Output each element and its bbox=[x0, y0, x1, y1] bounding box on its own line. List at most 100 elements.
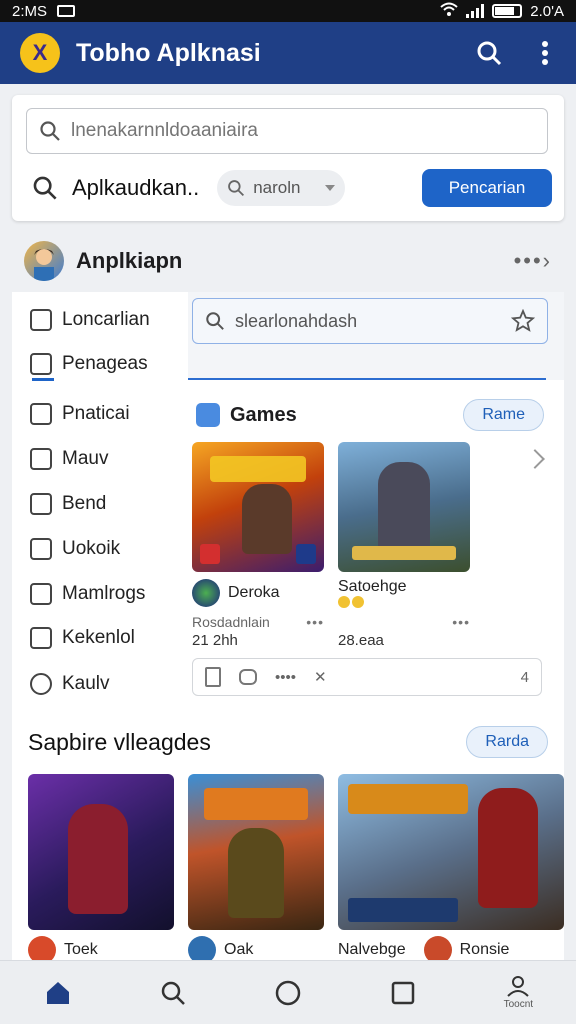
game-thumbnail[interactable] bbox=[338, 442, 470, 572]
star-icon[interactable] bbox=[511, 309, 535, 333]
more-vert-icon[interactable] bbox=[530, 38, 560, 68]
square-icon bbox=[391, 981, 415, 1004]
section2-title: Sapbire vlleagdes bbox=[28, 728, 211, 755]
circle-icon bbox=[275, 980, 301, 1005]
mute-icon[interactable]: ✕ bbox=[314, 668, 327, 686]
search-button[interactable]: Pencarian bbox=[422, 169, 552, 207]
game-thumbnail[interactable] bbox=[188, 774, 324, 930]
sidebar-item-label: Pnaticai bbox=[62, 403, 130, 424]
user-icon bbox=[30, 673, 52, 695]
nav-search[interactable] bbox=[143, 965, 203, 1021]
sidebar-item-label: Kaulv bbox=[62, 673, 110, 694]
sidebar-item-label: Bend bbox=[62, 493, 107, 514]
home-icon bbox=[30, 493, 52, 515]
sidebar-item-kekenlol[interactable]: Kekenlol bbox=[30, 620, 135, 656]
games-more-button[interactable]: Rame bbox=[463, 399, 544, 431]
sidebar: Loncarlian Penageas Pnaticai Mauv Bend U… bbox=[12, 292, 188, 712]
wifi-icon bbox=[440, 2, 458, 20]
edit-icon bbox=[30, 448, 52, 470]
search-icon bbox=[33, 176, 57, 200]
status-battery-text: 2.0'A bbox=[530, 2, 564, 20]
search-icon[interactable] bbox=[474, 38, 504, 68]
developer-avatar bbox=[192, 579, 220, 607]
sidebar-item-penageas[interactable]: Penageas bbox=[30, 346, 148, 382]
filter-dropdown[interactable]: naroln bbox=[217, 170, 346, 206]
bookmark-icon[interactable] bbox=[205, 667, 221, 687]
search-field[interactable] bbox=[26, 108, 548, 154]
content-area: slearlonahdash Games Rame Deroka Rosdadn… bbox=[188, 292, 564, 712]
divider bbox=[188, 378, 546, 380]
game-thumbnail[interactable] bbox=[28, 774, 174, 930]
game-card[interactable]: Oak bbox=[188, 774, 324, 964]
more-horiz-icon[interactable]: ••• bbox=[452, 614, 470, 630]
search-term: Aplkaudkan.. bbox=[72, 175, 200, 200]
nav-profile-label: Toocnt bbox=[503, 999, 534, 1010]
game-thumbnail[interactable] bbox=[192, 442, 324, 572]
chevron-right-icon[interactable] bbox=[525, 449, 545, 469]
nav-home[interactable] bbox=[28, 965, 88, 1021]
sidebar-item-label: Mamlrogs bbox=[62, 583, 146, 604]
avatar[interactable] bbox=[24, 241, 64, 281]
nav-profile[interactable]: Toocnt bbox=[488, 965, 548, 1021]
game-card[interactable]: Satoehge ••• 28.eaa bbox=[338, 442, 470, 649]
filter-label: naroln bbox=[253, 178, 301, 197]
game-card[interactable]: Deroka Rosdadnlain ••• 21 2hh bbox=[192, 442, 324, 649]
bottom-nav: Toocnt bbox=[0, 960, 576, 1024]
search-icon bbox=[206, 312, 224, 330]
status-time: 2:MS bbox=[12, 2, 48, 20]
game-subtitle: Rosdadnlain bbox=[192, 614, 270, 630]
tag-icon bbox=[30, 627, 52, 649]
games-header: Games Rame bbox=[196, 398, 544, 432]
more-horiz-icon[interactable]: ••• bbox=[306, 614, 324, 630]
more-horiz-icon[interactable]: •••• bbox=[275, 669, 296, 686]
sidebar-item-pnaticai[interactable]: Pnaticai bbox=[30, 396, 130, 432]
more-horiz-icon[interactable]: •••› bbox=[514, 248, 552, 274]
main-panel: Loncarlian Penageas Pnaticai Mauv Bend U… bbox=[12, 292, 564, 964]
search-input[interactable] bbox=[71, 120, 511, 142]
sidebar-item-loncarlian[interactable]: Loncarlian bbox=[30, 302, 150, 338]
home-icon bbox=[46, 981, 69, 1004]
sidebar-item-label: Penageas bbox=[62, 353, 148, 374]
battery-icon bbox=[492, 4, 523, 18]
share-count[interactable]: 4 bbox=[521, 669, 529, 686]
game-name: Oak bbox=[224, 941, 254, 958]
search-card: Aplkaudkan.. naroln Pencarian bbox=[12, 95, 564, 221]
section2-header: Sapbire vlleagdes Rarda bbox=[28, 722, 548, 762]
games-icon bbox=[196, 403, 220, 427]
chevron-down-icon bbox=[325, 185, 336, 191]
chat-icon[interactable] bbox=[239, 669, 257, 685]
game-thumbnail[interactable] bbox=[338, 774, 564, 930]
game-size: 21 2hh bbox=[192, 632, 238, 649]
app-logo: X bbox=[20, 33, 60, 73]
game-name: Ronsie bbox=[459, 941, 510, 958]
action-bar: •••• ✕ 4 bbox=[192, 658, 542, 696]
sidebar-item-mamlrogs[interactable]: Mamlrogs bbox=[30, 576, 145, 612]
nav-circle[interactable] bbox=[258, 965, 318, 1021]
search-icon bbox=[40, 121, 60, 141]
game-name: Satoehge bbox=[338, 578, 407, 595]
inner-search-field[interactable]: slearlonahdash bbox=[192, 298, 548, 344]
game-name: Toek bbox=[64, 941, 98, 958]
section2-more-button[interactable]: Rarda bbox=[466, 726, 548, 758]
game-name: Nalvebge bbox=[338, 941, 406, 958]
games-title: Games bbox=[230, 403, 297, 426]
active-indicator bbox=[32, 378, 54, 381]
section-title: Anplkiapn bbox=[76, 248, 183, 273]
game-card[interactable]: Toek bbox=[28, 774, 174, 964]
sidebar-item-mauv[interactable]: Mauv bbox=[30, 441, 108, 477]
sidebar-item-label: Uokoik bbox=[62, 538, 121, 559]
nav-square[interactable] bbox=[373, 965, 433, 1021]
mail-icon bbox=[57, 5, 76, 17]
sidebar-item-uokoik[interactable]: Uokoik bbox=[30, 531, 120, 567]
profile-icon bbox=[507, 976, 530, 997]
grid-icon bbox=[30, 538, 52, 560]
doc-icon bbox=[30, 309, 52, 331]
chart-icon bbox=[30, 403, 52, 425]
sidebar-item-bend[interactable]: Bend bbox=[30, 486, 106, 522]
game-card[interactable]: Nalvebge Ronsie bbox=[338, 774, 564, 964]
game-size: 28.eaa bbox=[338, 632, 384, 649]
app-title: Tobho Aplknasi bbox=[76, 38, 261, 67]
sidebar-item-kaulv[interactable]: Kaulv bbox=[30, 666, 110, 702]
rating-badges bbox=[338, 596, 364, 608]
search-icon bbox=[161, 981, 185, 1005]
